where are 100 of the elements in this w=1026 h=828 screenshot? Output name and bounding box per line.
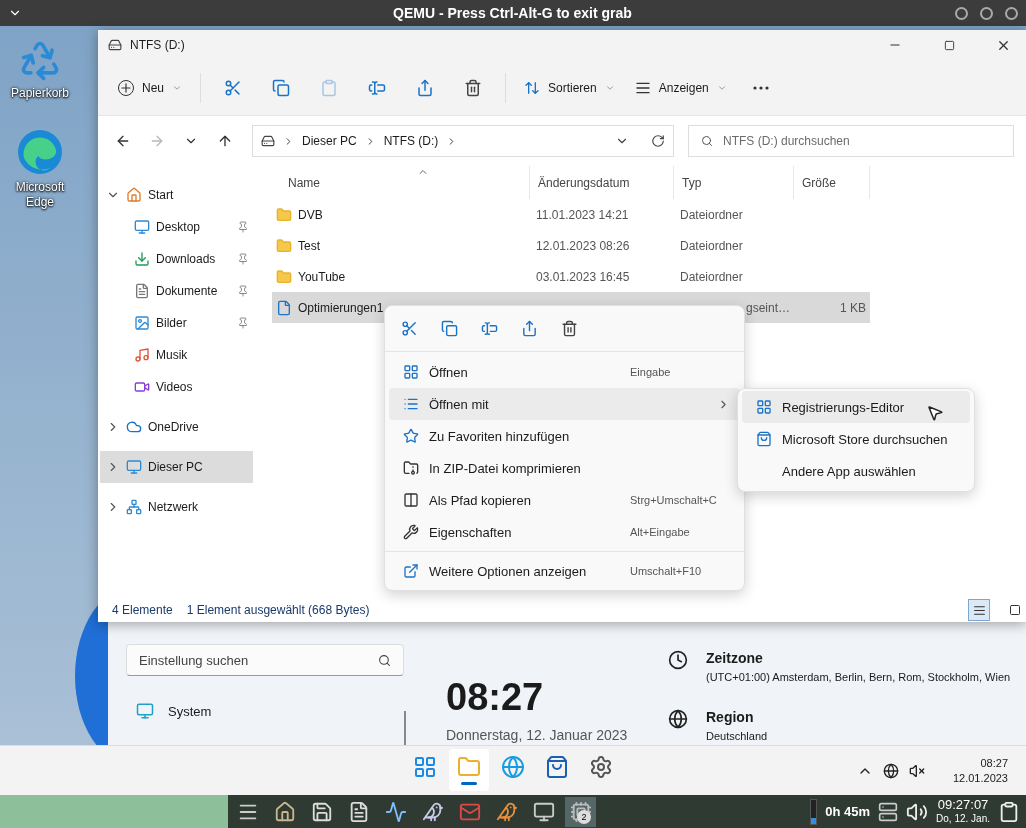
display-icon xyxy=(136,702,154,720)
download-icon xyxy=(134,251,150,267)
muted-speaker-icon[interactable] xyxy=(908,762,925,779)
sidebar-item[interactable]: Desktop xyxy=(100,211,253,243)
view-button[interactable]: Anzeigen xyxy=(626,69,735,106)
home-folder-icon xyxy=(273,800,296,823)
cloud-icon xyxy=(126,419,142,435)
sidebar-item[interactable]: OneDrive xyxy=(100,411,253,443)
house-icon xyxy=(126,187,142,203)
sidebar-item[interactable]: Netzwerk xyxy=(100,491,253,523)
clock-date: Donnerstag, 12. Januar 2023 xyxy=(445,727,629,743)
menu-item[interactable]: Zu Favoriten hinzufügen xyxy=(389,420,740,452)
battery-time: 0h 45m xyxy=(825,804,871,819)
taskbar-app[interactable] xyxy=(449,749,489,791)
clipboard-icon[interactable] xyxy=(998,800,1020,823)
drive-icon xyxy=(261,134,275,148)
column-header[interactable]: Änderungsdatum xyxy=(530,166,674,199)
shortcut-text: Alt+Eingabe xyxy=(630,526,691,538)
menu-item[interactable]: Öffnen mit xyxy=(389,388,740,420)
menu-item[interactable]: Öffnen Eingabe xyxy=(389,356,740,388)
menu-item[interactable]: In ZIP-Datei komprimieren xyxy=(389,452,740,484)
computer-icon xyxy=(126,459,142,475)
file-row[interactable]: YouTube 03.01.2023 16:45 Dateiordner xyxy=(272,261,870,292)
file-size: 1 KB xyxy=(840,300,866,315)
archive-icon xyxy=(403,460,419,476)
sidebar-item[interactable]: Videos xyxy=(100,371,253,403)
sidebar-item[interactable]: Musik xyxy=(100,339,253,371)
app-grid-icon xyxy=(756,399,772,415)
bird-icon xyxy=(495,800,518,823)
search-field[interactable]: NTFS (D:) durchsuchen xyxy=(688,125,1014,157)
details-icon xyxy=(972,603,986,617)
app-grid-icon xyxy=(403,364,419,380)
menu-item[interactable]: Registrierungs-Editor xyxy=(742,391,970,423)
setting-value: Deutschland xyxy=(706,730,768,742)
item-count: 4 Elemente xyxy=(112,603,173,617)
column-header[interactable]: Größe xyxy=(794,166,870,199)
store-icon xyxy=(545,755,569,779)
tray-clock[interactable]: 08:27 12.01.2023 xyxy=(952,755,1008,786)
window-control[interactable] xyxy=(955,6,968,20)
wrench-icon xyxy=(403,524,419,540)
host-clock[interactable]: 09:27:07 Do, 12. Jan. xyxy=(936,797,990,826)
sidebar-item[interactable]: Downloads xyxy=(100,243,253,275)
new-button[interactable]: Neu xyxy=(110,69,190,106)
music-icon xyxy=(134,347,150,363)
file-type: Dateiordner xyxy=(680,269,743,284)
sort-icon xyxy=(524,79,540,96)
host-window-title: QEMU - Press Ctrl-Alt-G to exit grab xyxy=(392,5,633,21)
menu-item[interactable]: Weitere Optionen anzeigen Umschalt+F10 xyxy=(389,555,740,587)
delete-icon xyxy=(560,320,578,337)
settings-nav-item[interactable]: System xyxy=(126,702,440,720)
file-name: Optimierungen1 xyxy=(298,300,384,315)
file-icon xyxy=(276,299,292,316)
copy-icon xyxy=(272,78,290,97)
menu-item[interactable]: Andere App auswählen xyxy=(742,455,970,487)
column-header[interactable]: Typ xyxy=(674,166,794,199)
launcher-button[interactable]: 2 xyxy=(565,796,596,827)
settings-search-field[interactable]: Einstellung suchen xyxy=(126,644,404,676)
globe-icon[interactable] xyxy=(882,762,899,779)
sidebar-item[interactable]: Dieser PC xyxy=(100,451,253,483)
window-count-badge: 2 xyxy=(577,809,591,824)
breadcrumb-item[interactable]: NTFS (D:) xyxy=(383,134,439,148)
menu-item[interactable]: Eigenschaften Alt+Eingabe xyxy=(389,516,740,548)
shortcut-text: Strg+Umschalt+C xyxy=(630,494,718,506)
search-icon xyxy=(378,653,391,667)
menu-item[interactable]: Microsoft Store durchsuchen xyxy=(742,423,970,455)
file-date: 11.01.2023 14:21 xyxy=(536,207,629,222)
maximize-icon xyxy=(943,39,955,51)
picture-icon xyxy=(134,315,150,331)
details-view-button[interactable] xyxy=(968,599,990,621)
file-date: 03.01.2023 16:45 xyxy=(536,269,630,284)
folder-icon xyxy=(276,268,292,285)
delete-icon xyxy=(464,78,482,97)
clock-icon xyxy=(668,650,688,670)
window-control[interactable] xyxy=(1005,6,1018,20)
drive-icon xyxy=(108,38,122,52)
more-icon xyxy=(752,85,769,90)
sidebar-item[interactable]: Bilder xyxy=(100,307,253,339)
refresh-icon[interactable] xyxy=(651,134,665,148)
sidebar-item[interactable]: Dokumente xyxy=(100,275,253,307)
selection-info: 1 Element ausgewählt (668 Bytes) xyxy=(186,603,370,617)
file-row[interactable]: DVB 11.01.2023 14:21 Dateiordner xyxy=(272,199,870,230)
activity-monitor-icon xyxy=(384,800,407,823)
shortcut-text: Eingabe xyxy=(630,366,672,378)
folder-icon xyxy=(276,237,292,254)
menu-item[interactable]: Als Pfad kopieren Strg+Umschalt+C xyxy=(389,484,740,516)
folder-icon xyxy=(457,755,481,779)
sidebar-item[interactable]: Start xyxy=(100,179,253,211)
cut-icon xyxy=(224,78,242,97)
search-icon xyxy=(701,135,713,147)
file-row[interactable]: Test 12.01.2023 08:26 Dateiordner xyxy=(272,230,870,261)
window-control[interactable] xyxy=(980,6,993,20)
file-name: Test xyxy=(298,238,320,253)
cut-icon xyxy=(400,320,418,337)
column-header[interactable]: Name xyxy=(272,166,530,199)
address-bar[interactable]: Dieser PC NTFS (D:) xyxy=(252,125,674,157)
gear-icon xyxy=(589,755,613,779)
file-name: YouTube xyxy=(298,269,346,284)
breadcrumb-item[interactable]: Dieser PC xyxy=(302,134,357,148)
share-icon xyxy=(520,320,538,337)
sort-button[interactable]: Sortieren xyxy=(516,69,623,106)
